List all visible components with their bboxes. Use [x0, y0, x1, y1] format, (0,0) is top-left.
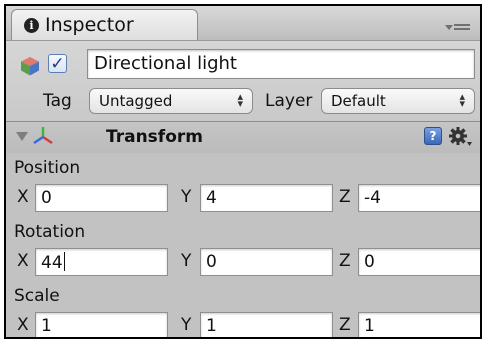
position-y-label: Y: [181, 187, 192, 207]
scale-y-field[interactable]: 1: [200, 312, 333, 337]
position-y-field[interactable]: 4: [200, 184, 333, 212]
info-icon: i: [24, 17, 39, 33]
rotation-z-field[interactable]: 0: [358, 248, 480, 276]
position-z-label: Z: [339, 187, 351, 207]
inspector-window: i Inspector ✓ Directional light Tag Unta…: [4, 4, 482, 339]
object-name-field[interactable]: Directional light: [87, 49, 475, 79]
tag-dropdown-value: Untagged: [99, 92, 173, 110]
rotation-y-field[interactable]: 0: [200, 248, 333, 276]
rotation-label: Rotation: [14, 222, 86, 242]
position-section: Position X 0 Y 4 Z -4: [6, 154, 480, 218]
gear-icon[interactable]: [448, 126, 472, 148]
updown-arrows-icon: ▴ ▾: [459, 90, 465, 110]
component-title: Transform: [106, 127, 203, 147]
active-checkbox[interactable]: ✓: [48, 54, 67, 74]
scale-label: Scale: [14, 286, 60, 306]
scale-x-label: X: [17, 315, 29, 335]
gameobject-cube-icon: [21, 57, 39, 76]
transform-axis-icon: [33, 127, 53, 145]
panel-menu-icon[interactable]: [445, 24, 470, 34]
help-icon[interactable]: ?: [424, 127, 442, 145]
position-x-field[interactable]: 0: [35, 184, 168, 212]
position-x-label: X: [17, 187, 29, 207]
tab-inspector-label: Inspector: [45, 14, 134, 36]
tab-strip: i Inspector: [6, 6, 480, 41]
rotation-y-label: Y: [181, 251, 192, 271]
rotation-section: Rotation X 44 Y 0 Z 0: [6, 218, 480, 282]
tab-inspector[interactable]: i Inspector: [11, 9, 198, 40]
object-header: ✓ Directional light Tag Untagged ▴ ▾ Laye…: [6, 41, 480, 122]
rotation-x-value: 44: [41, 253, 63, 273]
position-z-field[interactable]: -4: [358, 184, 480, 212]
layer-label: Layer: [265, 91, 313, 111]
scale-z-field[interactable]: 1: [358, 312, 480, 337]
transform-component-header[interactable]: Transform ?: [6, 122, 480, 153]
rotation-x-field[interactable]: 44: [35, 248, 168, 276]
updown-arrows-icon: ▴ ▾: [237, 90, 243, 110]
tag-label: Tag: [43, 91, 72, 111]
rotation-z-label: Z: [339, 251, 351, 271]
layer-dropdown[interactable]: Default ▴ ▾: [321, 88, 475, 114]
text-caret: [63, 252, 65, 271]
scale-section: Scale X 1 Y 1 Z 1: [6, 282, 480, 337]
fold-arrow-icon[interactable]: [16, 132, 28, 141]
tag-dropdown[interactable]: Untagged ▴ ▾: [89, 88, 253, 114]
scale-z-label: Z: [339, 315, 351, 335]
scale-y-label: Y: [181, 315, 192, 335]
position-label: Position: [14, 158, 81, 178]
layer-dropdown-value: Default: [331, 92, 386, 110]
scale-x-field[interactable]: 1: [35, 312, 168, 337]
rotation-x-label: X: [17, 251, 29, 271]
